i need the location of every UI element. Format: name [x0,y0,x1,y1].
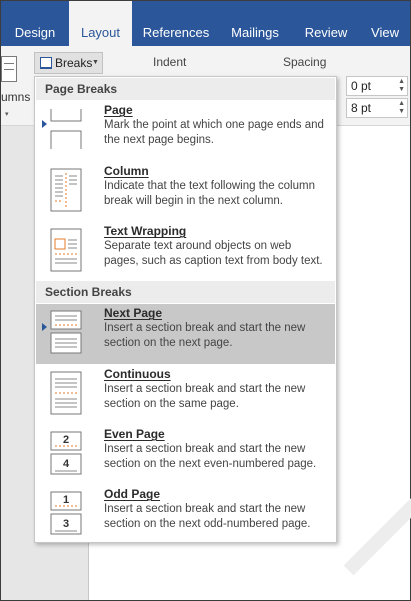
continuous-icon [50,371,82,415]
page-number-label: 1 [63,494,69,506]
pointer-icon [42,120,47,128]
columns-icon[interactable] [1,56,17,82]
menu-item-description: Insert a section break and start the new… [104,322,306,349]
menu-item-description: Separate text around objects on web page… [104,240,323,267]
spin-up-icon[interactable]: ▲ [398,100,405,108]
breaks-dropdown-menu: Page Breaks Page Mark the point at which… [34,76,337,543]
breaks-label: Breaks [55,56,93,70]
page-number-label: 4 [63,458,70,470]
chevron-down-icon[interactable]: ▾ [5,110,9,118]
menu-item-column[interactable]: Column Indicate that the text following … [36,162,335,222]
spacing-after-input[interactable]: 8 pt ▲ ▼ [346,98,408,118]
menu-item-title: Page [104,103,133,117]
spin-down-icon[interactable]: ▼ [398,108,405,116]
tab-references[interactable]: References [139,1,213,46]
breaks-icon [40,57,52,69]
menu-item-page[interactable]: Page Mark the point at which one page en… [36,101,335,161]
page-number-label: 3 [63,518,69,530]
menu-item-title: Odd Page [104,487,161,501]
odd-page-icon: 1 3 [50,491,82,535]
tab-mailings[interactable]: Mailings [223,1,287,46]
tab-review[interactable]: Review [298,1,354,46]
column-break-icon [50,168,82,212]
spacing-label: Spacing [283,55,327,69]
menu-item-title: Text Wrapping [104,224,187,238]
menu-item-next-page[interactable]: Next Page Insert a section break and sta… [36,304,335,364]
next-page-icon [50,310,82,354]
spin-up-icon[interactable]: ▲ [398,78,405,86]
text-wrapping-icon [50,228,82,272]
menu-item-title: Even Page [104,427,165,441]
ribbon-tab-bar: Design Layout References Mailings Review… [1,1,410,46]
menu-item-description: Indicate that the text following the col… [104,180,315,207]
tab-view[interactable]: View [363,1,407,46]
breaks-button[interactable]: Breaks ▼ [34,52,103,74]
spacing-before-input[interactable]: 0 pt ▲ ▼ [346,76,408,96]
spacing-after-value: 8 pt [351,101,372,115]
chevron-down-icon: ▼ [92,59,99,66]
columns-label[interactable]: umns [1,90,30,104]
menu-item-title: Continuous [104,367,171,381]
menu-item-odd-page[interactable]: 1 3 Odd Page Insert a section break and … [36,485,335,545]
menu-item-text-wrapping[interactable]: Text Wrapping Separate text around objec… [36,222,335,282]
tab-design[interactable]: Design [5,1,65,46]
spin-down-icon[interactable]: ▼ [398,86,405,94]
indent-label: Indent [153,55,187,69]
menu-item-description: Insert a section break and start the new… [104,503,311,530]
pointer-icon [42,323,47,331]
even-page-icon: 2 4 [50,431,82,475]
page-break-icon [50,109,82,149]
menu-item-even-page[interactable]: 2 4 Even Page Insert a section break and… [36,425,335,485]
menu-item-continuous[interactable]: Continuous Insert a section break and st… [36,365,335,425]
section-breaks-header: Section Breaks [36,281,335,303]
tab-layout[interactable]: Layout [69,1,132,46]
menu-item-title: Next Page [104,306,163,320]
menu-item-description: Insert a section break and start the new… [104,383,306,410]
page-breaks-header: Page Breaks [36,78,335,100]
menu-item-title: Column [104,164,149,178]
menu-item-description: Insert a section break and start the new… [104,443,317,470]
page-number-label: 2 [63,434,69,446]
spacing-before-value: 0 pt [351,79,372,93]
menu-item-description: Mark the point at which one page ends an… [104,119,324,146]
